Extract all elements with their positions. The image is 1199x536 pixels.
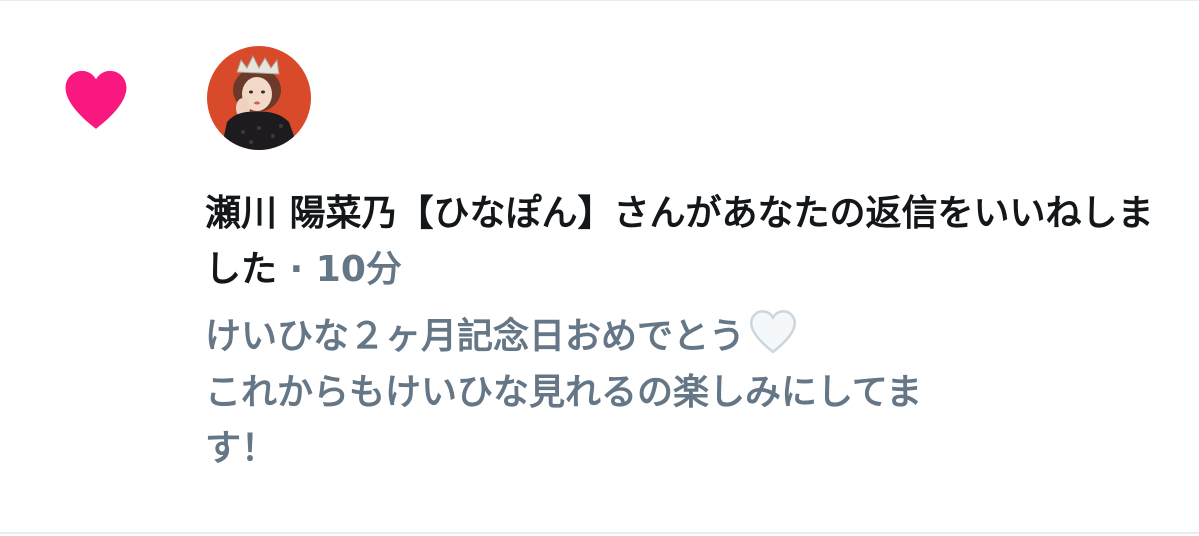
heart-icon	[65, 70, 127, 129]
tweet-text[interactable]: けいひな２ヶ月記念日おめでとう これからもけいひな見れるの楽しみにしてま す！	[205, 308, 1165, 477]
tweet-line: す！	[205, 428, 278, 469]
white-heart-emoji-icon	[750, 310, 797, 354]
avatar[interactable]	[207, 46, 311, 150]
avatar-image	[207, 46, 311, 150]
timestamp: 10分	[315, 249, 402, 290]
like-notification[interactable]: 瀬川 陽菜乃【ひなぽん】さんがあなたの返信をいいねしました · 10分 けいひな…	[0, 0, 1199, 532]
notification-headline: 瀬川 陽菜乃【ひなぽん】さんがあなたの返信をいいねしました · 10分	[205, 186, 1165, 298]
user-name[interactable]: 瀬川 陽菜乃【ひなぽん】	[205, 193, 614, 234]
tweet-line: けいひな２ヶ月記念日おめでとう	[205, 308, 1165, 365]
separator: ·	[277, 249, 316, 290]
bottom-divider	[0, 532, 1199, 534]
notification-content: 瀬川 陽菜乃【ひなぽん】さんがあなたの返信をいいねしました · 10分 けいひな…	[205, 186, 1165, 477]
tweet-line: これからもけいひな見れるの楽しみにしてま	[205, 372, 923, 413]
tweet-line-text: けいひな２ヶ月記念日おめでとう	[205, 316, 746, 357]
